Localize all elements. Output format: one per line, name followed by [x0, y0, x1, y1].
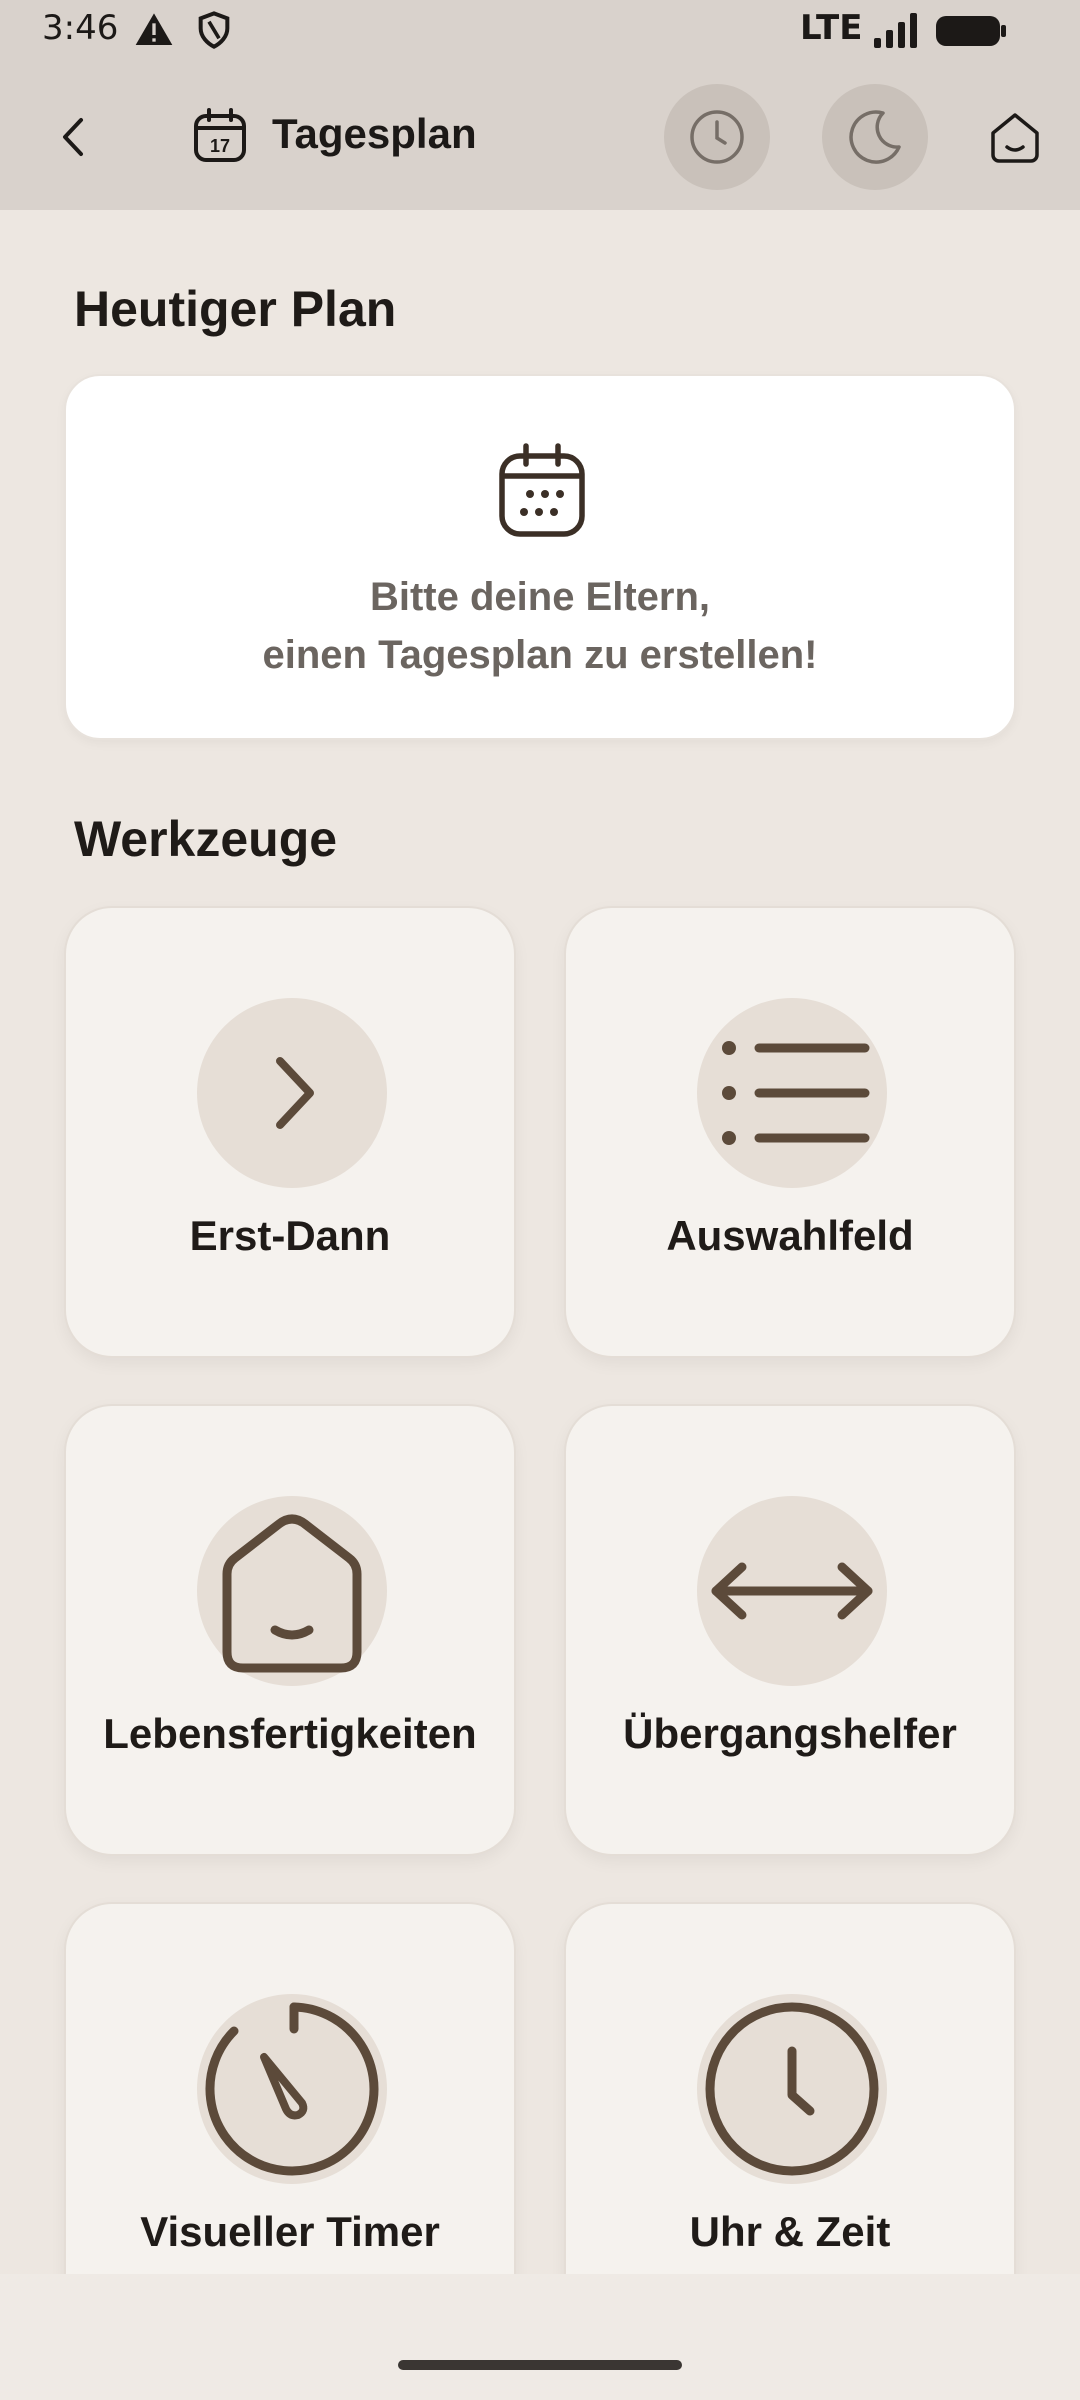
tool-icon-bg [697, 998, 887, 1188]
tool-icon-bg [697, 1496, 887, 1686]
tool-icon-bg [197, 1496, 387, 1686]
list-icon [722, 1041, 870, 1145]
tool-label: Visueller Timer [140, 2208, 440, 2255]
clock-icon [705, 2002, 879, 2176]
back-button[interactable] [40, 104, 106, 170]
screen: 3:46 LTE 17 Tagesplan Heutiger Plan Bitt… [0, 0, 1080, 2400]
signal-icon [872, 10, 922, 55]
status-bar: 3:46 LTE [0, 0, 1080, 64]
tools-section-title: Werkzeuge [74, 811, 338, 867]
tool-label: Erst-Dann [189, 1212, 391, 1259]
tool-card-uebergangshelfer[interactable]: Übergangshelfer [564, 1404, 1016, 1856]
plan-message-line-2: einen Tagesplan zu erstellen! [262, 633, 818, 677]
tool-label: Lebensfertigkeiten [103, 1710, 477, 1757]
night-mode-button[interactable] [822, 84, 928, 190]
shield-icon [194, 10, 234, 55]
chevron-left-icon [63, 118, 83, 156]
tool-card-lebensfertigkeiten[interactable]: Lebensfertigkeiten [64, 1404, 516, 1856]
calendar-icon [496, 442, 588, 540]
clock-icon [690, 110, 744, 164]
calendar-icon: 17 [190, 106, 250, 166]
tool-label: Uhr & Zeit [689, 2208, 891, 2255]
gesture-nav-handle[interactable] [398, 2360, 682, 2370]
plan-section-title: Heutiger Plan [74, 281, 397, 337]
page-title: Tagesplan [272, 110, 477, 157]
chevron-right-icon [276, 1057, 314, 1129]
svg-text:17: 17 [210, 136, 230, 156]
tool-icon-bg [197, 998, 387, 1188]
home-smile-icon [222, 1514, 362, 1673]
battery-icon [934, 10, 1008, 55]
tool-label: Auswahlfeld [666, 1212, 914, 1259]
tool-icon-bg [697, 1994, 887, 2184]
app-bar: 17 Tagesplan [0, 64, 1080, 210]
today-plan-card: Bitte deine Eltern, einen Tagesplan zu e… [64, 374, 1016, 740]
content: Heutiger Plan Bitte deine Eltern, einen … [0, 210, 1080, 2274]
home-smile-icon [991, 113, 1039, 163]
tool-card-visueller-timer[interactable]: Visueller Timer [64, 1902, 516, 2274]
plan-message-line-1: Bitte deine Eltern, [369, 575, 711, 619]
tool-card-uhr-zeit[interactable]: Uhr & Zeit [564, 1902, 1016, 2274]
history-button[interactable] [664, 84, 770, 190]
status-time: 3:46 [42, 8, 119, 48]
tool-icon-bg [197, 1994, 387, 2184]
tool-card-erst-dann[interactable]: Erst-Dann [64, 906, 516, 1358]
gesture-area [0, 2274, 1080, 2400]
tool-label: Übergangshelfer [623, 1710, 957, 1757]
warning-icon [134, 10, 174, 55]
arrows-horizontal-icon [711, 1562, 873, 1620]
plan-empty-message: Bitte deine Eltern, einen Tagesplan zu e… [66, 568, 1014, 684]
moon-icon [849, 110, 901, 164]
tool-card-auswahlfeld[interactable]: Auswahlfeld [564, 906, 1016, 1358]
network-type: LTE [800, 8, 863, 48]
timer-icon [205, 2002, 379, 2176]
home-button[interactable] [980, 102, 1050, 172]
